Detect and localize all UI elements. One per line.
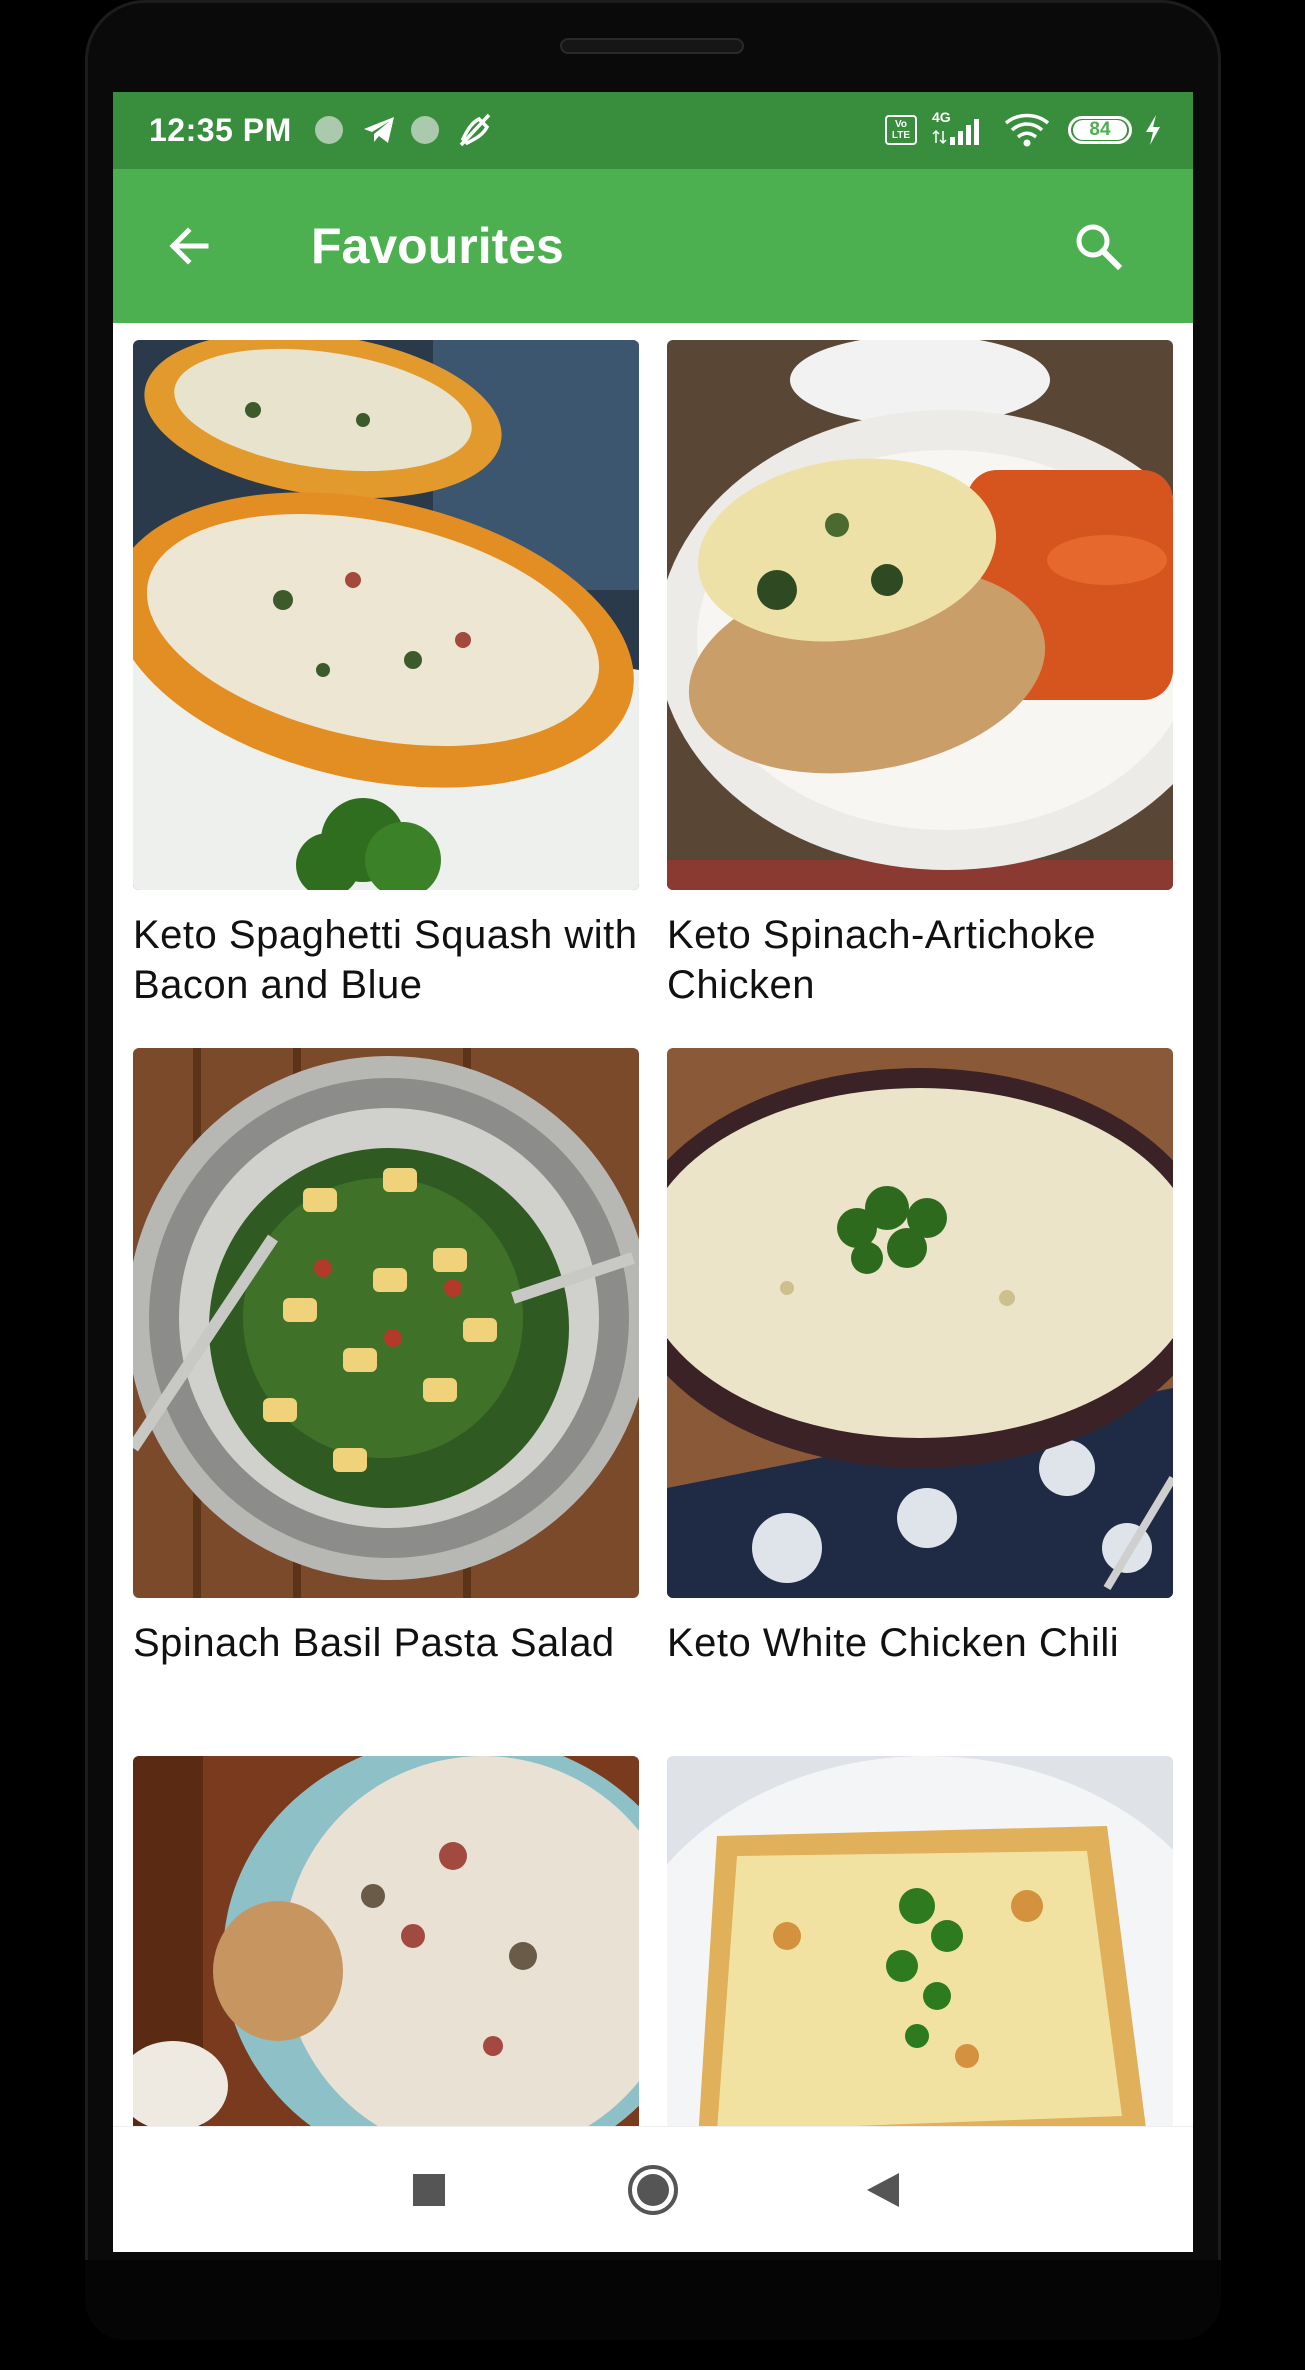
recipe-title: Spinach Basil Pasta Salad [133,1621,615,1665]
home-circle-icon [628,2165,678,2215]
system-nav-bar [113,2126,1193,2252]
recipe-card[interactable]: Keto White Chicken Chili [667,1048,1173,1668]
recipe-card[interactable]: Keto Spinach-Artichoke Chicken [667,340,1173,1010]
battery-icon: 84 [1064,110,1136,150]
favourites-grid: Keto Spaghetti Squash with Bacon and Blu… [113,323,1193,2218]
search-icon [1076,224,1123,271]
recipe-card[interactable]: Spinach Basil Pasta Salad [133,1048,639,1668]
recents-square-icon [413,2174,445,2206]
telegram-icon [359,110,399,150]
screen: 12:35 PM Vo LTE 4G 84 Favourites Keto Sp… [113,92,1193,2252]
recipe-title: Keto Spaghetti Squash with Bacon and Blu… [133,913,638,1007]
status-time: 12:35 PM [149,112,292,148]
phone-bottom-bezel [85,2260,1221,2340]
back-button[interactable] [153,209,227,283]
recents-button[interactable] [396,2157,462,2223]
page-title: Favourites [311,218,564,274]
status-bar: 12:35 PM Vo LTE 4G 84 [113,92,1193,169]
back-triangle-icon [867,2173,899,2207]
app-bar: Favourites [113,169,1193,323]
charging-icon [1141,110,1165,150]
notification-dot-icon [411,110,439,150]
wifi-icon [1003,110,1051,150]
recipe-title: Keto Spinach-Artichoke Chicken [667,913,1097,1007]
recipe-image-spinach-artichoke-chicken [667,340,1173,890]
recipe-title: Keto White Chicken Chili [667,1621,1120,1665]
notification-dot-icon [315,110,343,150]
signal-icon: 4G [928,109,988,150]
back-nav-button[interactable] [850,2157,916,2223]
recipe-card[interactable]: Keto Spaghetti Squash with Bacon and Blu… [133,340,639,1010]
volte-icon: Vo LTE [882,110,920,150]
arrow-back-icon [169,227,209,265]
search-button[interactable] [1061,209,1135,283]
phone-speaker [560,38,744,54]
recipe-image-spaghetti-squash [133,340,639,890]
recipe-image-pasta-salad [133,1048,639,1598]
recipe-image-white-chicken-chili [667,1048,1173,1598]
mute-icon [455,110,495,150]
home-button[interactable] [620,2157,686,2223]
